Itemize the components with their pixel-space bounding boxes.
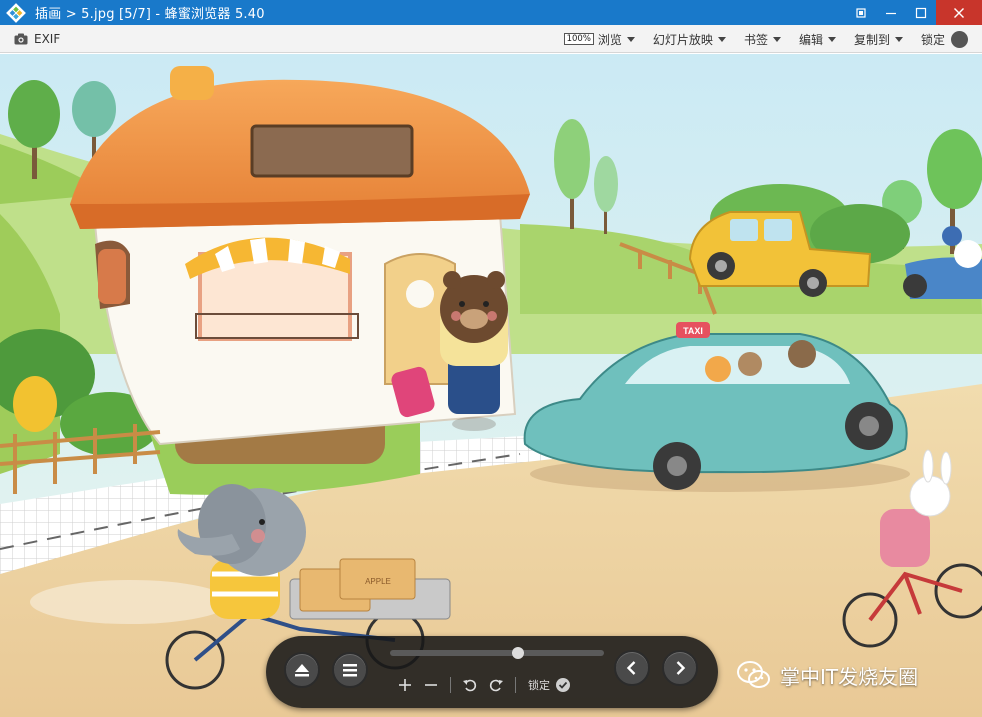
lock-toggle-indicator xyxy=(951,30,968,48)
chevron-down-icon xyxy=(626,36,635,42)
separator xyxy=(450,677,451,693)
menu-icon xyxy=(343,664,357,677)
rotate-right-icon xyxy=(489,679,503,692)
chevron-down-icon xyxy=(717,36,726,42)
menu-browse[interactable]: 100% 浏览 xyxy=(563,31,635,48)
separator xyxy=(515,677,516,693)
rotate-right-button[interactable] xyxy=(483,674,509,696)
lock-toggle[interactable]: 锁定 xyxy=(920,30,968,48)
exif-button[interactable]: EXIF xyxy=(14,32,60,46)
wechat-icon xyxy=(737,661,770,688)
menu-copy-to[interactable]: 复制到 xyxy=(854,31,903,48)
eject-icon xyxy=(295,664,309,677)
menu-edit[interactable]: 编辑 xyxy=(799,31,836,48)
window-controls xyxy=(846,0,982,25)
zoom-slider-track[interactable] xyxy=(390,650,604,656)
fullscreen-icon xyxy=(856,7,866,18)
menu-bar: EXIF 100% 浏览 幻灯片放映 书签 编辑 复制到 锁定 xyxy=(0,25,982,53)
window-title: 插画 > 5.jpg [5/7] - 蜂蜜浏览器 5.40 xyxy=(35,7,265,22)
minimize-button[interactable] xyxy=(876,0,906,25)
previous-image-button[interactable] xyxy=(614,650,650,686)
menu-bookmarks-label: 书签 xyxy=(743,32,768,47)
maximize-icon xyxy=(915,7,927,18)
minimize-icon xyxy=(886,12,896,14)
plus-icon xyxy=(399,679,411,691)
zoom-in-button[interactable] xyxy=(392,674,418,696)
menu-bookmarks[interactable]: 书签 xyxy=(744,31,781,48)
illustration: TAXI APPLE xyxy=(0,54,982,717)
close-icon xyxy=(954,7,964,18)
menu-browse-label: 浏览 xyxy=(597,32,622,47)
title-bar: 插画 > 5.jpg [5/7] - 蜂蜜浏览器 5.40 xyxy=(0,0,982,25)
menu-copy-to-label: 复制到 xyxy=(853,32,890,47)
app-logo-icon xyxy=(6,2,26,23)
exif-label: EXIF xyxy=(34,31,61,46)
menu-slideshow-label: 幻灯片放映 xyxy=(652,32,713,47)
image-viewer[interactable]: TAXI APPLE xyxy=(0,54,982,717)
chevron-down-icon xyxy=(894,36,903,42)
zoom-badge: 100% xyxy=(563,33,594,45)
zoom-slider-thumb[interactable] xyxy=(512,647,525,659)
menu-items: 100% 浏览 幻灯片放映 书签 编辑 复制到 锁定 xyxy=(546,25,968,53)
menu-slideshow[interactable]: 幻灯片放映 xyxy=(653,31,726,48)
minus-icon xyxy=(425,684,437,686)
menu-button[interactable] xyxy=(332,652,368,688)
lock-check-icon[interactable] xyxy=(555,677,571,693)
chevron-down-icon xyxy=(772,36,781,42)
next-image-button[interactable] xyxy=(662,650,698,686)
crate-label: APPLE xyxy=(365,577,391,586)
lock-toggle-label: 锁定 xyxy=(920,32,945,47)
panel-lock-label: 锁定 xyxy=(528,679,550,692)
close-button[interactable] xyxy=(936,0,982,25)
maximize-button[interactable] xyxy=(906,0,936,25)
zoom-out-button[interactable] xyxy=(418,674,444,696)
watermark: 掌中IT发烧友圈 xyxy=(736,660,918,690)
rotate-left-button[interactable] xyxy=(457,674,483,696)
fullscreen-button[interactable] xyxy=(846,0,876,25)
menu-edit-label: 编辑 xyxy=(798,32,823,47)
viewer-control-panel: 锁定 xyxy=(266,636,718,708)
rotate-left-icon xyxy=(463,679,477,692)
watermark-text: 掌中IT发烧友圈 xyxy=(780,664,919,689)
taxi-sign-label: TAXI xyxy=(683,326,703,336)
chevron-left-icon xyxy=(626,661,636,675)
tool-row: 锁定 xyxy=(392,674,571,696)
camera-icon xyxy=(14,33,28,44)
chevron-down-icon xyxy=(827,36,836,42)
chevron-right-icon xyxy=(676,661,686,675)
eject-button[interactable] xyxy=(284,652,320,688)
